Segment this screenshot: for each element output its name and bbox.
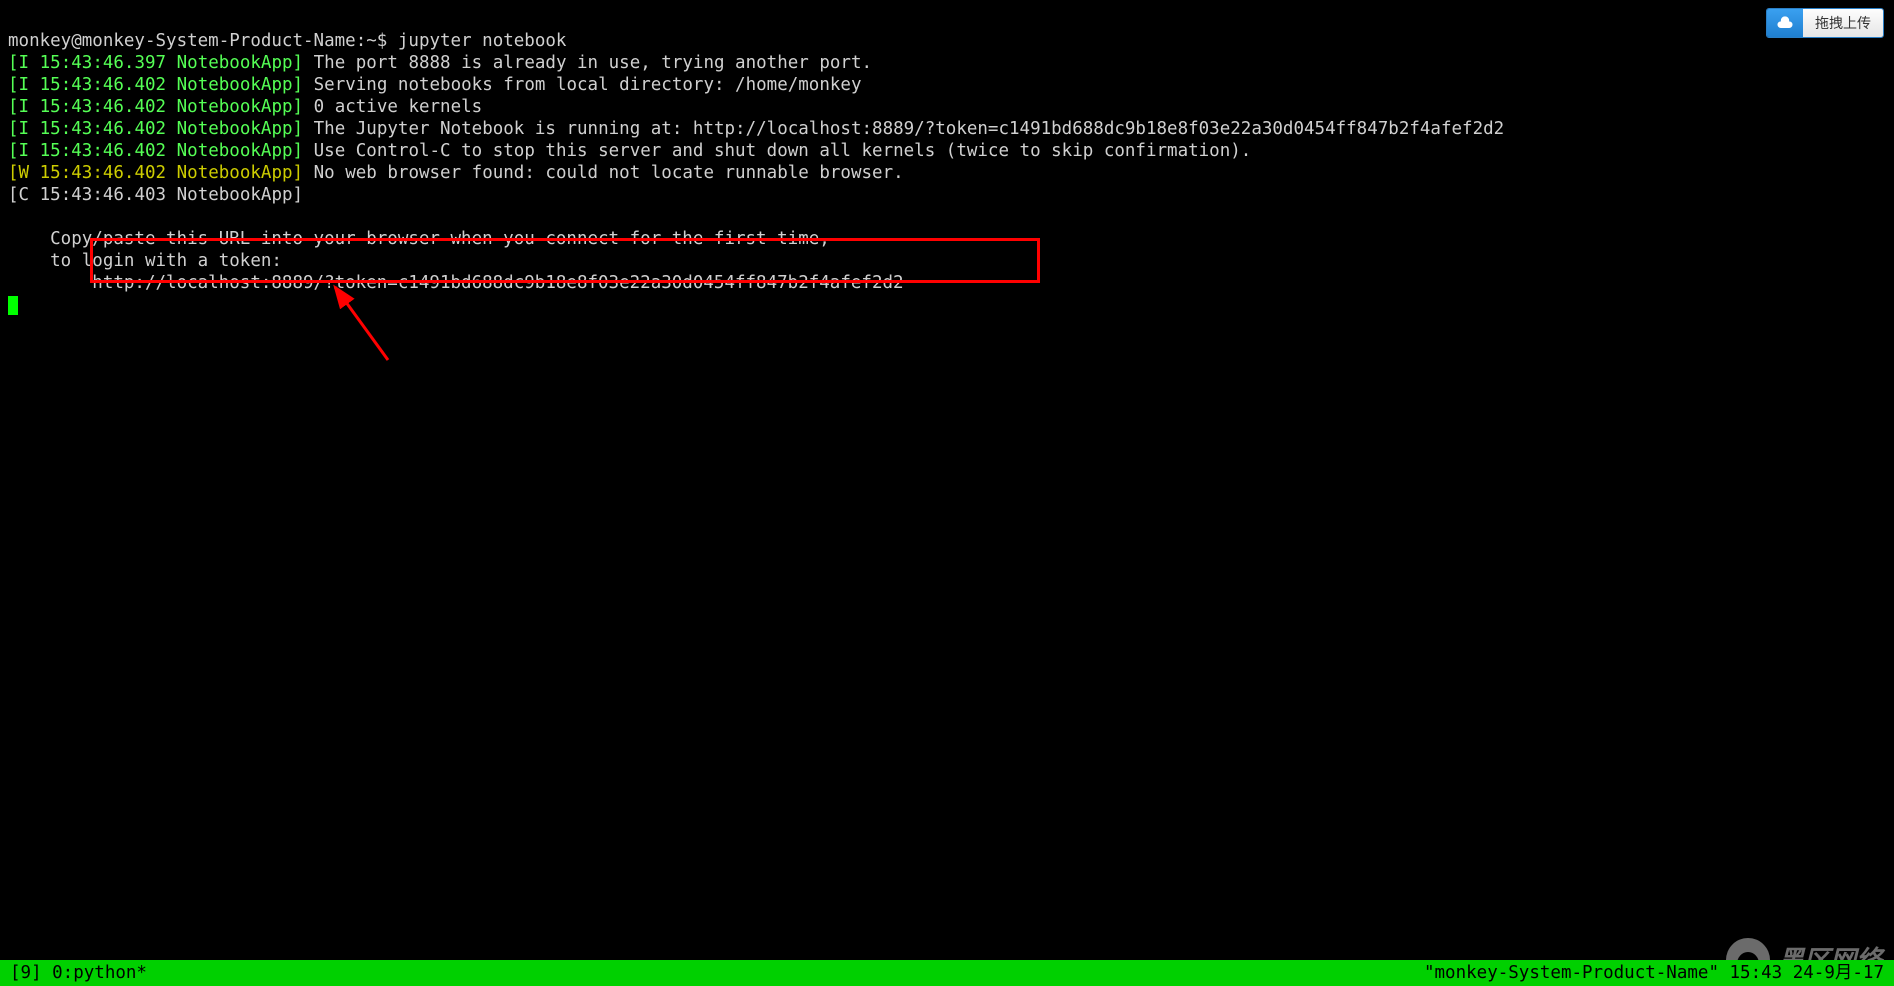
- shell-prompt: monkey@monkey-System-Product-Name:~$: [8, 31, 398, 51]
- drag-upload-widget[interactable]: 拖拽上传: [1766, 8, 1884, 38]
- log-line: [I 15:43:46.402 NotebookApp] The Jupyter…: [8, 119, 1504, 139]
- log-instr-1: Copy/paste this URL into your browser wh…: [8, 229, 830, 249]
- log-line: [W 15:43:46.402 NotebookApp] No web brow…: [8, 163, 904, 183]
- log-line: [I 15:43:46.402 NotebookApp] Use Control…: [8, 141, 1251, 161]
- log-line: [C 15:43:46.403 NotebookApp]: [8, 185, 314, 205]
- log-line: [I 15:43:46.402 NotebookApp] Serving not…: [8, 75, 862, 95]
- log-line: [I 15:43:46.402 NotebookApp] 0 active ke…: [8, 97, 482, 117]
- cloud-upload-icon: [1767, 9, 1803, 37]
- terminal-output: monkey@monkey-System-Product-Name:~$ jup…: [8, 8, 1886, 316]
- prompt-path: ~: [366, 31, 377, 51]
- log-url: http://localhost:8889/?token=c1491bd688d…: [8, 273, 904, 293]
- prompt-symbol: $: [377, 31, 388, 51]
- drag-upload-label: 拖拽上传: [1803, 9, 1883, 37]
- statusbar-right: "monkey-System-Product-Name" 15:43 24-9月…: [1424, 960, 1884, 986]
- terminal-cursor: [8, 296, 18, 315]
- entered-command: jupyter notebook: [398, 31, 567, 51]
- prompt-userhost: monkey@monkey-System-Product-Name: [8, 31, 356, 51]
- log-instr-2: to login with a token:: [8, 251, 282, 271]
- log-line: [I 15:43:46.397 NotebookApp] The port 88…: [8, 53, 872, 73]
- statusbar-left: [9] 0:python*: [10, 960, 147, 986]
- tmux-statusbar: [9] 0:python* "monkey-System-Product-Nam…: [0, 960, 1894, 986]
